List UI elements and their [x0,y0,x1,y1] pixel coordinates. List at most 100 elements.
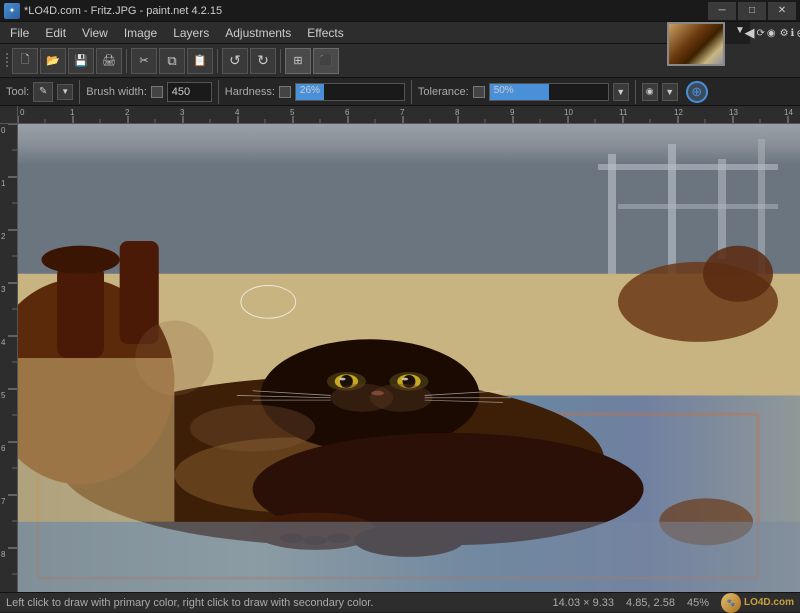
hardness-slider[interactable]: 26% [295,83,405,101]
svg-text:8: 8 [1,550,6,559]
ruler-corner [0,106,18,124]
nav-icons-right: ◀ ⟳ ◉ ⚙ ℹ ⊕ [750,22,800,44]
new-button[interactable]: 🗋 [12,48,38,74]
sep-tool [79,80,80,104]
svg-text:7: 7 [400,108,405,117]
drag-handle[interactable] [4,51,10,71]
undo-button[interactable]: ↺ [222,48,248,74]
svg-text:9: 9 [510,108,515,117]
svg-text:1: 1 [70,108,75,117]
menu-file[interactable]: File [2,22,37,44]
svg-text:6: 6 [345,108,350,117]
menu-layers[interactable]: Layers [165,22,217,44]
status-text: Left click to draw with primary color, r… [6,597,553,609]
back-icon[interactable]: ◀ [744,23,754,43]
svg-text:5: 5 [290,108,295,117]
logo-text: LO4D.com [744,597,794,608]
grid-button[interactable]: ⊞ [285,48,311,74]
title-bar: ✦ *LO4D.com - Fritz.JPG - paint.net 4.2.… [0,0,800,22]
svg-text:5: 5 [1,391,6,400]
palette-icon[interactable]: ◉ [767,23,776,43]
tool-options-bar: Tool: ✎ ▼ Brush width: Hardness: 26% Tol… [0,78,800,106]
svg-text:3: 3 [1,285,6,294]
status-bar: Left click to draw with primary color, r… [0,592,800,612]
menu-adjustments[interactable]: Adjustments [217,22,299,44]
tolerance-menu-btn[interactable]: ▼ [613,83,629,101]
svg-text:6: 6 [1,444,6,453]
brush-width-indicator [151,86,163,98]
canvas-area[interactable] [18,124,800,592]
redo-button[interactable]: ↻ [250,48,276,74]
menu-effects[interactable]: Effects [299,22,351,44]
open-button[interactable]: 📂 [40,48,66,74]
menu-edit[interactable]: Edit [37,22,74,44]
brush-width-label: Brush width: [86,86,147,98]
image-thumbnail [667,22,725,66]
history-icon[interactable]: ⟳ [756,23,764,43]
svg-text:0: 0 [1,126,6,135]
svg-text:14: 14 [784,108,793,117]
cursor-coordinates: 4.85, 2.58 [626,597,675,609]
svg-text:1: 1 [1,179,6,188]
sep-bw [218,80,219,104]
svg-text:11: 11 [619,108,628,117]
copy-button[interactable]: ⧉ [159,48,185,74]
brush-width-input[interactable] [167,82,212,102]
svg-text:8: 8 [455,108,460,117]
window-title: *LO4D.com - Fritz.JPG - paint.net 4.2.15 [24,5,222,17]
save-button[interactable]: 💾 [68,48,94,74]
tool-selector[interactable]: ✎ [33,82,53,102]
app-icon: ✦ [4,3,20,19]
tool-mode-indicator[interactable]: ▼ [57,84,73,100]
statusbar-right: 14.03 × 9.33 4.85, 2.58 45% 🐾 LO4D.com [553,593,794,613]
cut-button[interactable]: ✂ [131,48,157,74]
maximize-button[interactable]: □ [738,2,766,20]
menu-image[interactable]: Image [116,22,165,44]
svg-text:10: 10 [564,108,573,117]
tolerance-extra-btn1[interactable]: ◉ [642,83,658,101]
svg-text:7: 7 [1,497,6,506]
tolerance-extra-btn2[interactable]: ▼ [662,83,678,101]
ruler-horizontal: 0 1 2 3 4 5 6 7 8 9 10 11 12 13 14 [18,106,800,124]
compass-btn[interactable]: ⊕ [686,81,708,103]
pixel-button[interactable]: ⬛ [313,48,339,74]
sep-tol [635,80,636,104]
tolerance-slider[interactable]: 50% [489,83,609,101]
tool-label: Tool: [6,86,29,98]
logo-icon: 🐾 [727,599,736,607]
print-button[interactable]: 🖨 [96,48,122,74]
titlebar-left: ✦ *LO4D.com - Fritz.JPG - paint.net 4.2.… [4,3,222,19]
minimize-button[interactable]: ─ [708,2,736,20]
hardness-value: 26% [300,85,320,96]
svg-text:2: 2 [1,232,6,241]
sep3 [280,49,281,73]
image-dimensions: 14.03 × 9.33 [553,597,614,609]
svg-text:4: 4 [235,108,240,117]
ruler-vertical: 0 1 2 3 4 5 6 7 8 9 [0,124,18,592]
paste-button[interactable]: 📋 [187,48,213,74]
logo-circle-bg: 🐾 [721,593,741,613]
sep-hard [411,80,412,104]
settings-icon[interactable]: ⚙ [780,23,789,43]
zoom-level: 45% [687,597,709,609]
tolerance-indicator [473,86,485,98]
thumbnail-preview [669,24,723,64]
lo4d-logo: 🐾 LO4D.com [721,593,794,613]
info-icon[interactable]: ℹ [791,23,795,43]
menu-view[interactable]: View [74,22,116,44]
svg-text:4: 4 [1,338,6,347]
hardness-label: Hardness: [225,86,275,98]
sep2 [217,49,218,73]
sep1 [126,49,127,73]
compass-icon[interactable]: ⊕ [796,23,800,43]
tolerance-label: Tolerance: [418,86,469,98]
window-controls: ─ □ ✕ [708,2,796,20]
close-button[interactable]: ✕ [768,2,796,20]
tolerance-value: 50% [494,85,514,96]
menu-bar: File Edit View Image Layers Adjustments … [0,22,670,44]
photo-canvas [18,124,800,592]
svg-text:3: 3 [180,108,185,117]
svg-text:2: 2 [125,108,130,117]
svg-text:12: 12 [674,108,683,117]
svg-text:0: 0 [20,108,25,117]
